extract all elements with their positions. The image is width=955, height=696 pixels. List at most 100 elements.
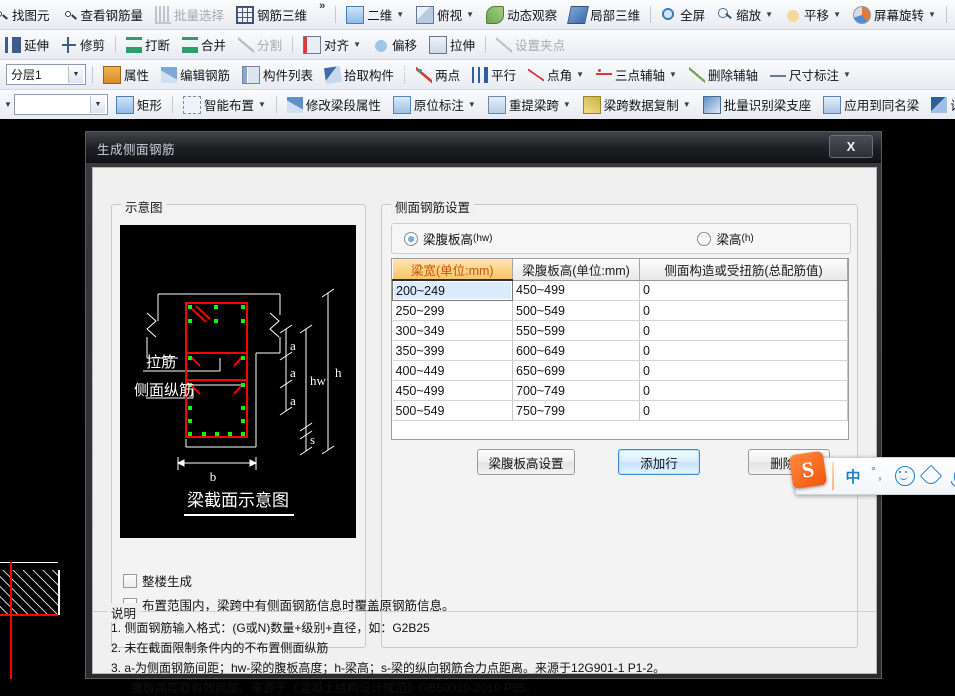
toolbar-item-dynamic-observe[interactable]: 动态观察 (481, 2, 562, 28)
chevron-down-icon[interactable]: ▼ (68, 66, 83, 83)
add-row-button[interactable]: 添加行 (618, 449, 700, 475)
toolbar-item-align[interactable]: 对齐 ▼ (298, 32, 366, 58)
radio-button-icon[interactable] (697, 232, 711, 246)
web-height-settings-button[interactable]: 梁腹板高设置 (477, 449, 575, 475)
ime-punctuation-button[interactable] (866, 459, 892, 493)
table-cell[interactable]: 500~549 (393, 401, 513, 421)
chevron-down-icon[interactable]: ▼ (258, 101, 266, 109)
ime-voice-button[interactable] (944, 459, 955, 493)
toolbar-item-smart-layout[interactable]: 智能布置 ▼ (178, 92, 271, 118)
toolbar-item-dimension[interactable]: 尺寸标注 ▼ (765, 62, 856, 88)
toolbar-item-split[interactable]: 分割 (233, 32, 287, 58)
dialog-titlebar[interactable]: 生成侧面钢筋 X (86, 132, 881, 163)
toolbar-item-view-rebar-qty[interactable]: 查看钢筋量 (57, 2, 149, 28)
ime-mode-button[interactable]: 中 (840, 459, 866, 493)
toolbar-item-properties[interactable]: 属性 (98, 62, 154, 88)
table-row[interactable]: 300~349550~5990 (393, 321, 848, 341)
chevron-down-icon[interactable]: ▼ (669, 71, 677, 79)
checkbox-icon[interactable] (123, 574, 137, 588)
toolbar-item-view-2d[interactable]: 二维 ▼ (341, 2, 409, 28)
chevron-down-icon[interactable]: ▼ (576, 71, 584, 79)
table-cell[interactable]: 700~749 (513, 381, 640, 401)
toolbar-item-batch-identify-support[interactable]: 批量识别梁支座 (698, 92, 817, 118)
toolbar-item-span-data-copy[interactable]: 梁跨数据复制 ▼ (578, 92, 696, 118)
table-cell[interactable]: 550~599 (513, 321, 640, 341)
checkbox-whole-building[interactable]: 整楼生成 (123, 571, 192, 590)
table-cell[interactable]: 0 (640, 381, 848, 401)
table-cell[interactable]: 0 (640, 361, 848, 381)
toolbar-item-point-angle[interactable]: 点角 ▼ (523, 62, 589, 88)
radio-beam-height[interactable]: 梁高 (h) (697, 229, 753, 248)
table-cell[interactable]: 0 (640, 341, 848, 361)
table-row[interactable]: 250~299500~5490 (393, 301, 848, 321)
toolbar-item-extend[interactable]: 延伸 (0, 32, 54, 58)
toolbar-item-edit-rebar[interactable]: 编辑钢筋 (156, 62, 235, 88)
toolbar-item-component-list[interactable]: 构件列表 (237, 62, 318, 88)
toolbar-item-parallel[interactable]: 平行 (467, 62, 521, 88)
table-cell[interactable]: 0 (640, 301, 848, 321)
table-cell[interactable]: 450~499 (513, 280, 640, 301)
toolbar-item-offset[interactable]: 偏移 (368, 32, 422, 58)
toolbar-item-three-point-axis[interactable]: 三点辅轴 ▼ (591, 62, 682, 88)
toolbar-item-stretch[interactable]: 拉伸 (424, 32, 480, 58)
table-row[interactable]: 350~399600~6490 (393, 341, 848, 361)
chevron-down-icon[interactable]: ▼ (683, 101, 691, 109)
chevron-down-icon[interactable]: ▼ (4, 101, 12, 109)
table-cell[interactable]: 300~349 (393, 321, 513, 341)
ime-toolbar[interactable]: S 中 (795, 457, 955, 495)
toolbar-item-set-grip[interactable]: 设置夹点 (491, 32, 570, 58)
toolbar-item-in-place-annotation[interactable]: 原位标注 ▼ (388, 92, 481, 118)
table-row[interactable]: 500~549750~7990 (393, 401, 848, 421)
toolbar-item-merge[interactable]: 合并 (177, 32, 231, 58)
toolbar-item-re-extract-span[interactable]: 重提梁跨 ▼ (483, 92, 576, 118)
toolbar-item-apply-same-name-beam[interactable]: 应用到同名梁 (818, 92, 924, 118)
column-header-side-rebar[interactable]: 侧面构造或受扭筋(总配筋值) (640, 259, 848, 280)
ime-handwriting-button[interactable] (918, 459, 944, 493)
table-row[interactable]: 400~449650~6990 (393, 361, 848, 381)
toolbar-item-delete-axis[interactable]: 删除辅轴 (684, 62, 763, 88)
ime-emoji-button[interactable] (892, 459, 918, 493)
toolbar-item-modify-beam-segment[interactable]: 修改梁段属性 (282, 92, 386, 118)
toolbar-item-rebar-3d[interactable]: 钢筋三维 (231, 2, 312, 28)
toolbar-item-pick-component[interactable]: 拾取构件 (320, 62, 399, 88)
table-cell[interactable]: 500~549 (513, 301, 640, 321)
toolbar-item-break[interactable]: 打断 (121, 32, 175, 58)
table-row[interactable]: 450~499700~7490 (393, 381, 848, 401)
chevron-down-icon[interactable]: ▼ (468, 101, 476, 109)
chevron-down-icon[interactable]: ▼ (563, 101, 571, 109)
toolbar-item-two-point[interactable]: 两点 (411, 62, 465, 88)
toolbar-item-fullscreen[interactable]: 全屏 (656, 2, 710, 28)
radio-web-height[interactable]: 梁腹板高 (hw) (404, 229, 492, 248)
chevron-down-icon[interactable]: ▼ (396, 11, 404, 19)
column-header-web-height[interactable]: 梁腹板高(单位:mm) (513, 259, 640, 280)
radio-button-icon[interactable] (404, 232, 418, 246)
toolbar-item-zoom[interactable]: 缩放 ▼ (712, 2, 778, 28)
table-cell-selected[interactable]: 200~249 (393, 280, 513, 301)
toolbar-item-top-view[interactable]: 俯视 ▼ (411, 2, 479, 28)
chevron-down-icon[interactable]: ▼ (353, 41, 361, 49)
table-cell[interactable]: 450~499 (393, 381, 513, 401)
table-cell[interactable]: 0 (640, 280, 848, 301)
toolbar-item-find-element[interactable]: 找图元 (0, 2, 55, 28)
close-icon[interactable]: X (829, 135, 873, 158)
chevron-down-icon[interactable]: ▼ (928, 11, 936, 19)
toolbar-item-screen-rotate[interactable]: 屏幕旋转 ▼ (848, 2, 941, 28)
toolbar-item-local-3d[interactable]: 局部三维 (564, 2, 645, 28)
sogou-logo-icon[interactable]: S (789, 451, 827, 489)
side-rebar-table-container[interactable]: 梁宽(单位:mm) 梁腹板高(单位:mm) 侧面构造或受扭筋(总配筋值) 200… (391, 258, 849, 440)
toolbar-overflow-chevron[interactable]: » (313, 0, 331, 12)
chevron-down-icon[interactable]: ▼ (843, 71, 851, 79)
toolbar-item-rectangle[interactable]: 矩形 (111, 92, 167, 118)
table-cell[interactable]: 400~449 (393, 361, 513, 381)
table-row[interactable]: 200~249450~4990 (393, 280, 848, 301)
table-cell[interactable]: 750~799 (513, 401, 640, 421)
table-cell[interactable]: 250~299 (393, 301, 513, 321)
table-cell[interactable]: 600~649 (513, 341, 640, 361)
chevron-down-icon[interactable]: ▼ (90, 96, 105, 113)
chevron-down-icon[interactable]: ▼ (833, 11, 841, 19)
toolbar-item-trim[interactable]: 修剪 (56, 32, 110, 58)
toolbar-item-set-top-rebar-cap[interactable]: 设置上部筋遇承台 (926, 92, 955, 118)
table-cell[interactable]: 0 (640, 321, 848, 341)
column-header-beam-width[interactable]: 梁宽(单位:mm) (393, 259, 513, 280)
table-cell[interactable]: 0 (640, 401, 848, 421)
